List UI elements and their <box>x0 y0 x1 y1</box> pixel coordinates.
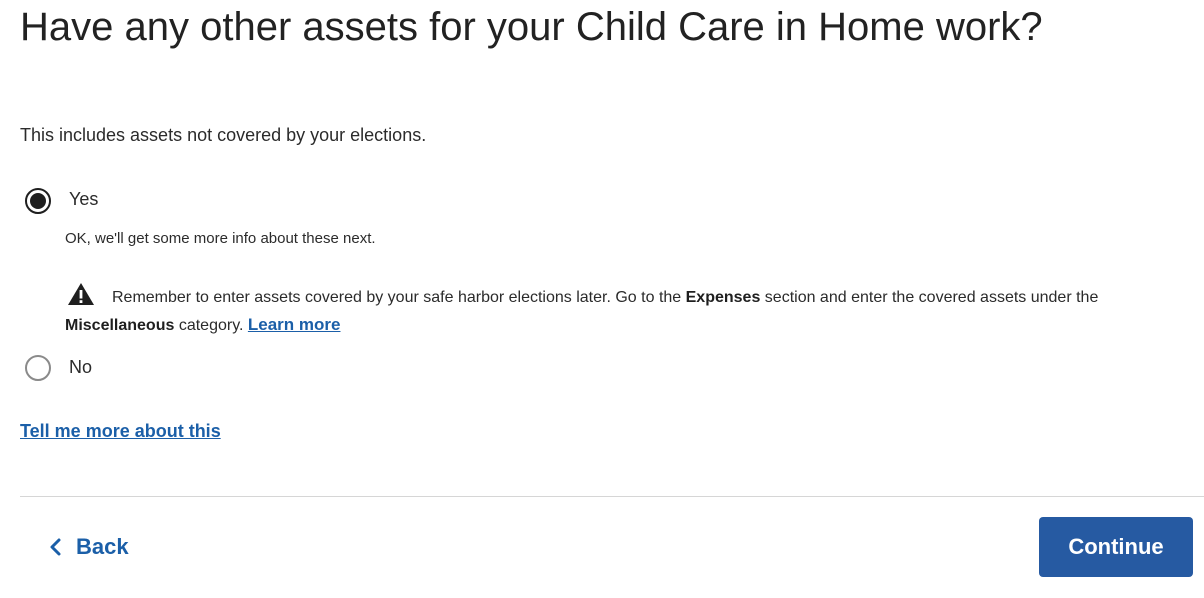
no-radio[interactable] <box>25 355 51 381</box>
back-button-label: Back <box>76 534 129 559</box>
footer-divider <box>20 496 1204 497</box>
question-description: This includes assets not covered by your… <box>20 125 427 145</box>
learn-more-link[interactable]: Learn more <box>248 315 341 334</box>
yes-radio[interactable] <box>25 188 51 214</box>
miscellaneous-category-name: Miscellaneous <box>65 317 175 334</box>
back-button[interactable]: Back <box>40 526 135 568</box>
yes-followup-text: OK, we'll get some more info about these… <box>65 230 376 247</box>
chevron-left-icon <box>50 538 61 556</box>
page-title: Have any other assets for your Child Car… <box>20 5 1043 49</box>
tell-me-more-link[interactable]: Tell me more about this <box>20 420 221 442</box>
yes-radio-label[interactable]: Yes <box>69 188 98 210</box>
warning-text-part: category. <box>174 317 248 334</box>
no-radio-label[interactable]: No <box>69 356 92 378</box>
continue-button[interactable]: Continue <box>1039 517 1193 577</box>
expenses-section-name: Expenses <box>685 289 761 306</box>
warning-text-part: section and enter the covered assets und… <box>760 289 1099 306</box>
warning-text-part: Remember to enter assets covered by your… <box>112 289 686 306</box>
safe-harbor-warning-text: Remember to enter assets covered by your… <box>65 284 1190 339</box>
